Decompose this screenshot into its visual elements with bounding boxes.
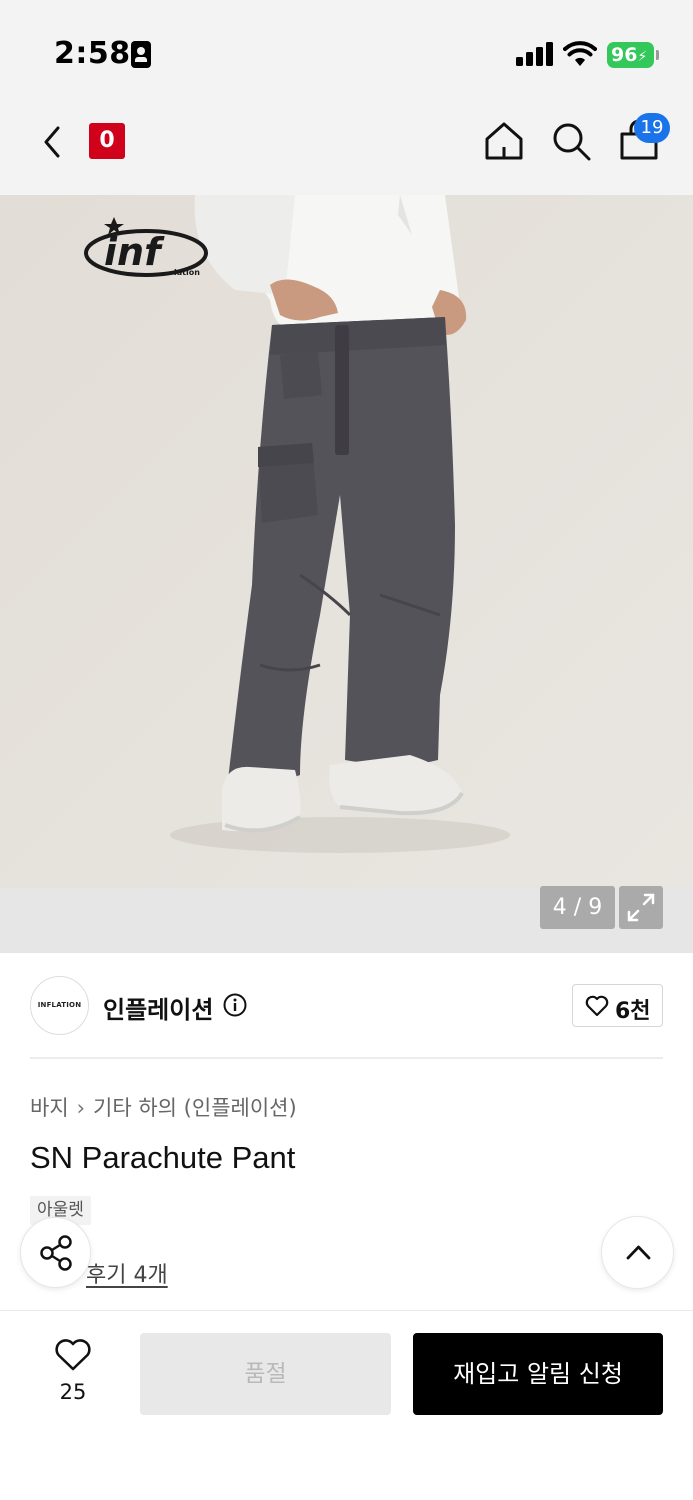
wifi-icon: [563, 41, 597, 66]
breadcrumb: 바지 › 기타 하의 (인플레이션): [30, 1092, 297, 1122]
review-count-link[interactable]: 후기 4개: [86, 1257, 168, 1289]
chevron-right-icon: ›: [76, 1096, 86, 1120]
expand-icon: [627, 893, 655, 922]
product-title: SN Parachute Pant: [30, 1140, 296, 1175]
brand-watermark: inf lation: [84, 217, 208, 277]
info-icon[interactable]: [223, 993, 247, 1017]
product-photo: [0, 195, 693, 888]
cellular-signal-icon: [516, 42, 554, 66]
battery-indicator: 96⚡: [607, 42, 659, 68]
navigation-bar: 0: [0, 100, 693, 195]
share-button[interactable]: [20, 1217, 91, 1288]
brand-watermark-text: inf: [104, 230, 165, 274]
battery-level: 96: [611, 44, 638, 66]
brand-watermark-sub: lation: [174, 268, 200, 277]
id-card-icon: [131, 41, 151, 68]
home-icon[interactable]: [483, 120, 525, 162]
expand-image-button[interactable]: [619, 886, 663, 929]
divider: [30, 1057, 663, 1059]
cart-count-badge: 19: [634, 113, 670, 143]
brand-like-button[interactable]: 6천: [572, 984, 663, 1027]
scroll-to-top-button[interactable]: [601, 1216, 674, 1289]
chevron-up-icon: [626, 1245, 651, 1260]
restock-notify-button[interactable]: 재입고 알림 신청: [413, 1333, 663, 1415]
brand-like-count: 6천: [615, 999, 651, 1024]
status-bar: 2:58 96⚡: [0, 0, 693, 100]
product-image[interactable]: inf lation: [0, 195, 693, 888]
wishlist-heart-icon[interactable]: [54, 1338, 92, 1372]
share-icon: [40, 1235, 72, 1271]
heart-icon: [585, 995, 609, 1017]
wishlist-count: 25: [59, 1380, 87, 1404]
search-icon[interactable]: [550, 120, 592, 162]
gallery-page-indicator: 4 / 9: [540, 886, 615, 929]
back-icon[interactable]: [38, 122, 68, 162]
breadcrumb-subcategory[interactable]: 기타 하의 (인플레이션): [93, 1096, 297, 1120]
breadcrumb-category[interactable]: 바지: [30, 1096, 69, 1120]
store-logo[interactable]: 0: [89, 123, 125, 159]
status-time: 2:58: [54, 36, 131, 71]
sold-out-button[interactable]: 품절: [140, 1333, 391, 1415]
brand-name[interactable]: 인플레이션: [103, 990, 213, 1025]
brand-avatar[interactable]: INFLATION: [30, 976, 89, 1035]
